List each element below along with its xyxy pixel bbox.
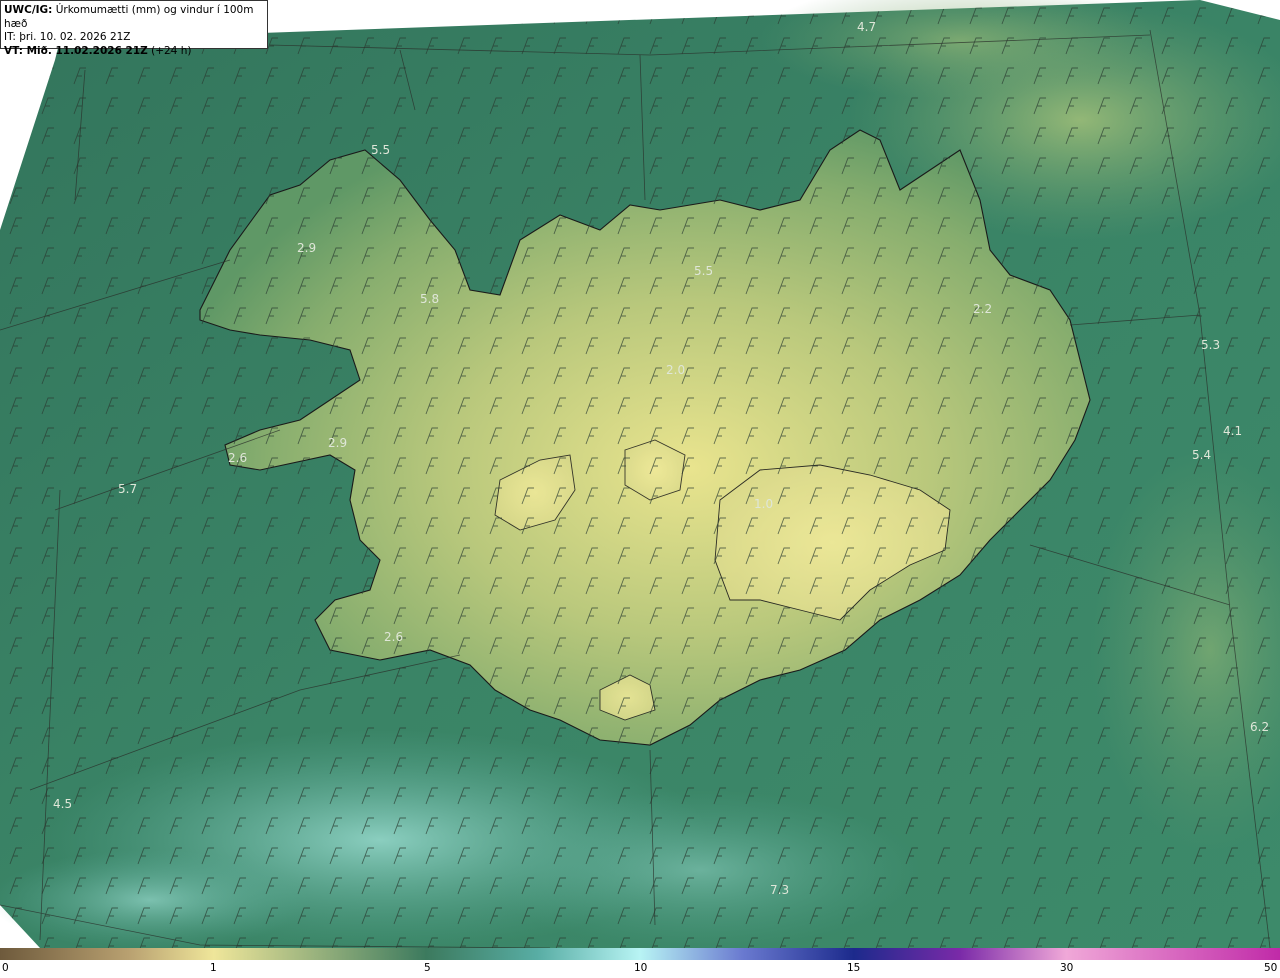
map-value-label: 2.9 xyxy=(297,241,316,255)
colorbar-tick: 5 xyxy=(424,962,431,974)
map-value-label: 4.7 xyxy=(857,20,876,34)
map-value-label: 2.0 xyxy=(666,363,685,377)
map-value-label: 5.5 xyxy=(371,143,390,157)
map-value-label: 5.5 xyxy=(694,264,713,278)
map-value-label: 5.7 xyxy=(118,482,137,496)
map-value-label: 4.5 xyxy=(53,797,72,811)
map-value-label: 2.2 xyxy=(973,302,992,316)
map-value-label: 7.3 xyxy=(770,883,789,897)
map-value-label: 4.1 xyxy=(1223,424,1242,438)
colorbar-tick-labels: 0 1 5 10 15 30 50 xyxy=(0,962,1280,978)
colorbar-tick: 15 xyxy=(847,962,861,974)
colorbar-tick: 50 xyxy=(1264,962,1278,974)
product-title: UWC/IG: Úrkomumætti (mm) og vindur í 100… xyxy=(4,4,254,30)
valid-time: VT: Mið. 11.02.2026 21Z (+24 h) xyxy=(4,44,192,57)
forecast-info-box: UWC/IG: Úrkomumætti (mm) og vindur í 100… xyxy=(0,0,268,57)
map-value-label: 2.6 xyxy=(228,451,247,465)
colorbar-tick: 0 xyxy=(2,962,9,974)
init-time: IT: þri. 10. 02. 2026 21Z xyxy=(4,31,131,43)
colorbar-tick: 1 xyxy=(210,962,217,974)
precipitation-colorbar xyxy=(0,948,1280,960)
precipitation-wind-map: 4.7 5.5 2.9 5.8 5.5 2.0 2.2 5.3 4.1 5.4 … xyxy=(0,0,1280,948)
map-value-label: 1.0 xyxy=(754,497,773,511)
map-value-label: 2.6 xyxy=(384,630,403,644)
map-value-label: 2.9 xyxy=(328,436,347,450)
map-value-label: 5.3 xyxy=(1201,338,1220,352)
map-value-label: 6.2 xyxy=(1250,720,1269,734)
map-value-label: 5.8 xyxy=(420,292,439,306)
colorbar-tick: 30 xyxy=(1060,962,1074,974)
map-value-label: 5.4 xyxy=(1192,448,1211,462)
colorbar-tick: 10 xyxy=(634,962,648,974)
